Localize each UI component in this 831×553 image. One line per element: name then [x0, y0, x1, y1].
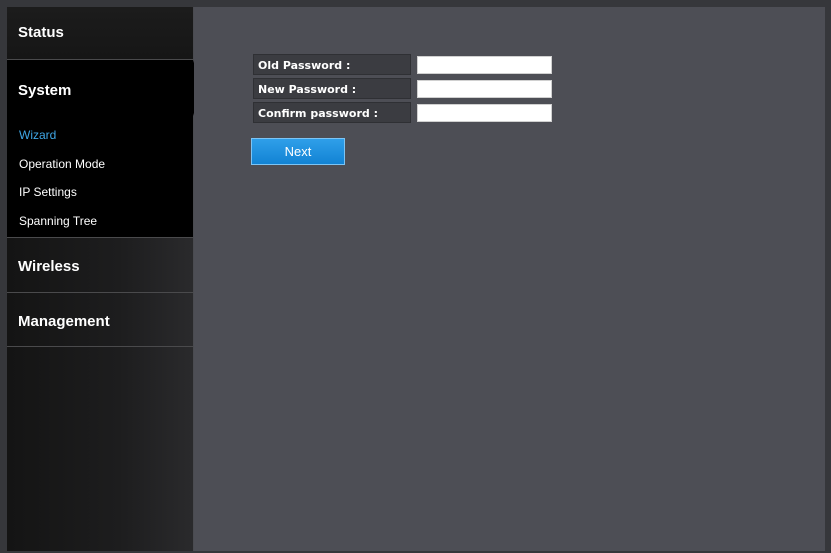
app-frame: Status System Wizard Operation Mode IP S…: [0, 0, 831, 553]
old-password-input[interactable]: [417, 56, 552, 74]
sidebar-subitem-wizard[interactable]: Wizard: [19, 128, 56, 142]
sidebar-item-wireless[interactable]: Wireless: [18, 258, 80, 275]
new-password-label: New Password :: [253, 78, 411, 99]
sidebar-item-management[interactable]: Management: [18, 313, 110, 330]
main-content: Old Password : New Password : Confirm pa…: [194, 7, 825, 551]
sidebar-subitem-ip-settings[interactable]: IP Settings: [19, 185, 77, 199]
next-button[interactable]: Next: [251, 138, 345, 165]
sidebar-section-status[interactable]: Status: [7, 7, 193, 60]
confirm-password-input[interactable]: [417, 104, 552, 122]
new-password-input[interactable]: [417, 80, 552, 98]
confirm-password-label: Confirm password :: [253, 102, 411, 123]
sidebar-item-system[interactable]: System: [18, 82, 71, 99]
sidebar-section-system: System Wizard Operation Mode IP Settings…: [7, 60, 193, 238]
old-password-label: Old Password :: [253, 54, 411, 75]
sidebar-item-status[interactable]: Status: [18, 24, 64, 41]
sidebar-nav: Status System Wizard Operation Mode IP S…: [7, 7, 202, 551]
sidebar-subitem-operation-mode[interactable]: Operation Mode: [19, 157, 105, 171]
sidebar-section-management[interactable]: Management: [7, 293, 193, 347]
sidebar-subitem-spanning-tree[interactable]: Spanning Tree: [19, 214, 97, 228]
sidebar-section-wireless[interactable]: Wireless: [7, 238, 193, 293]
